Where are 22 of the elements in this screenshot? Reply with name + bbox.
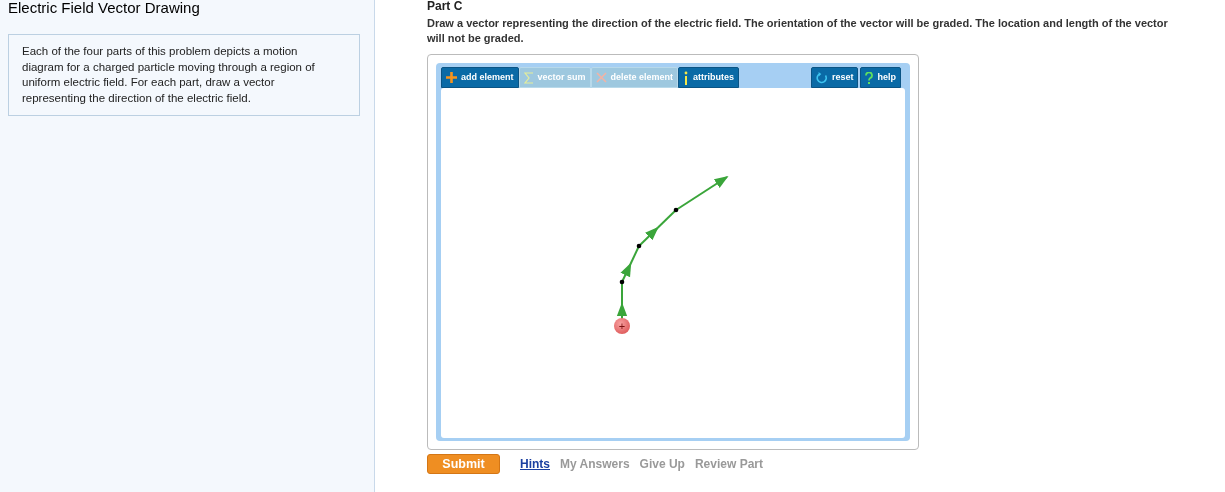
problem-title: Electric Field Vector Drawing (8, 0, 201, 16)
toolbar-button[interactable]: add element (441, 67, 519, 88)
question-icon (865, 71, 874, 84)
close-icon (595, 72, 607, 83)
toolbar-button[interactable]: help (860, 67, 901, 88)
charged-particle: + (614, 318, 630, 334)
action-link[interactable]: Hints (520, 455, 550, 473)
info-icon (683, 70, 690, 85)
part-title: Part C (427, 0, 463, 13)
submit-button[interactable]: Submit (427, 454, 500, 474)
motion-vector (675, 176, 729, 211)
sigma-icon (523, 71, 534, 84)
part-prompt: Draw a vector representing the direction of the electric field. The orientation of the vector will be graded. The location and length of the vector will not be graded. (427, 16, 1169, 46)
toolbar-button[interactable]: attributes (678, 67, 740, 88)
plus-icon (446, 72, 457, 83)
refresh-icon (815, 71, 828, 84)
toolbar-button[interactable]: reset (810, 67, 859, 88)
drawing-canvas[interactable]: + (441, 88, 905, 438)
problem-intro: Each of the four parts of this problem depicts a motion diagram for a charged particle moving through a region of uniform electric field. For each part, draw a vector representing the direction of the electric field. (22, 44, 316, 106)
position-dot (636, 243, 642, 249)
position-dot (619, 279, 625, 285)
position-dot (673, 207, 679, 213)
